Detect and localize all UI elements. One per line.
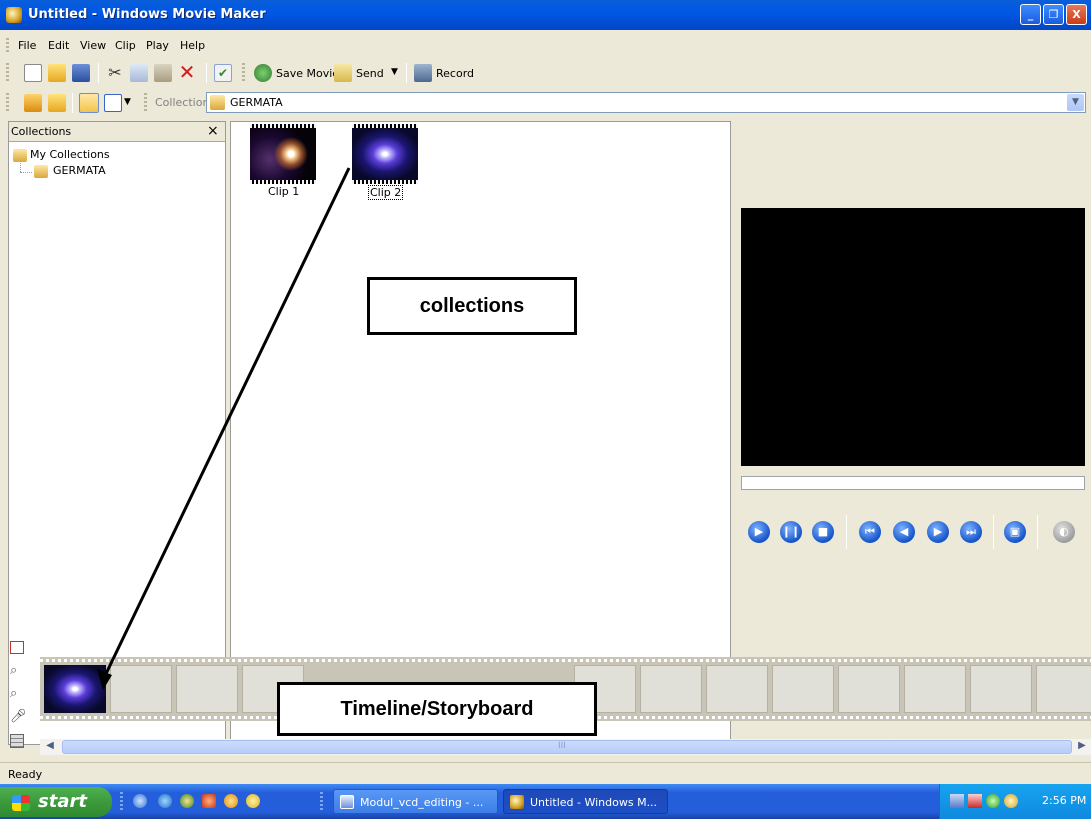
annotation-arrow (97, 167, 351, 690)
